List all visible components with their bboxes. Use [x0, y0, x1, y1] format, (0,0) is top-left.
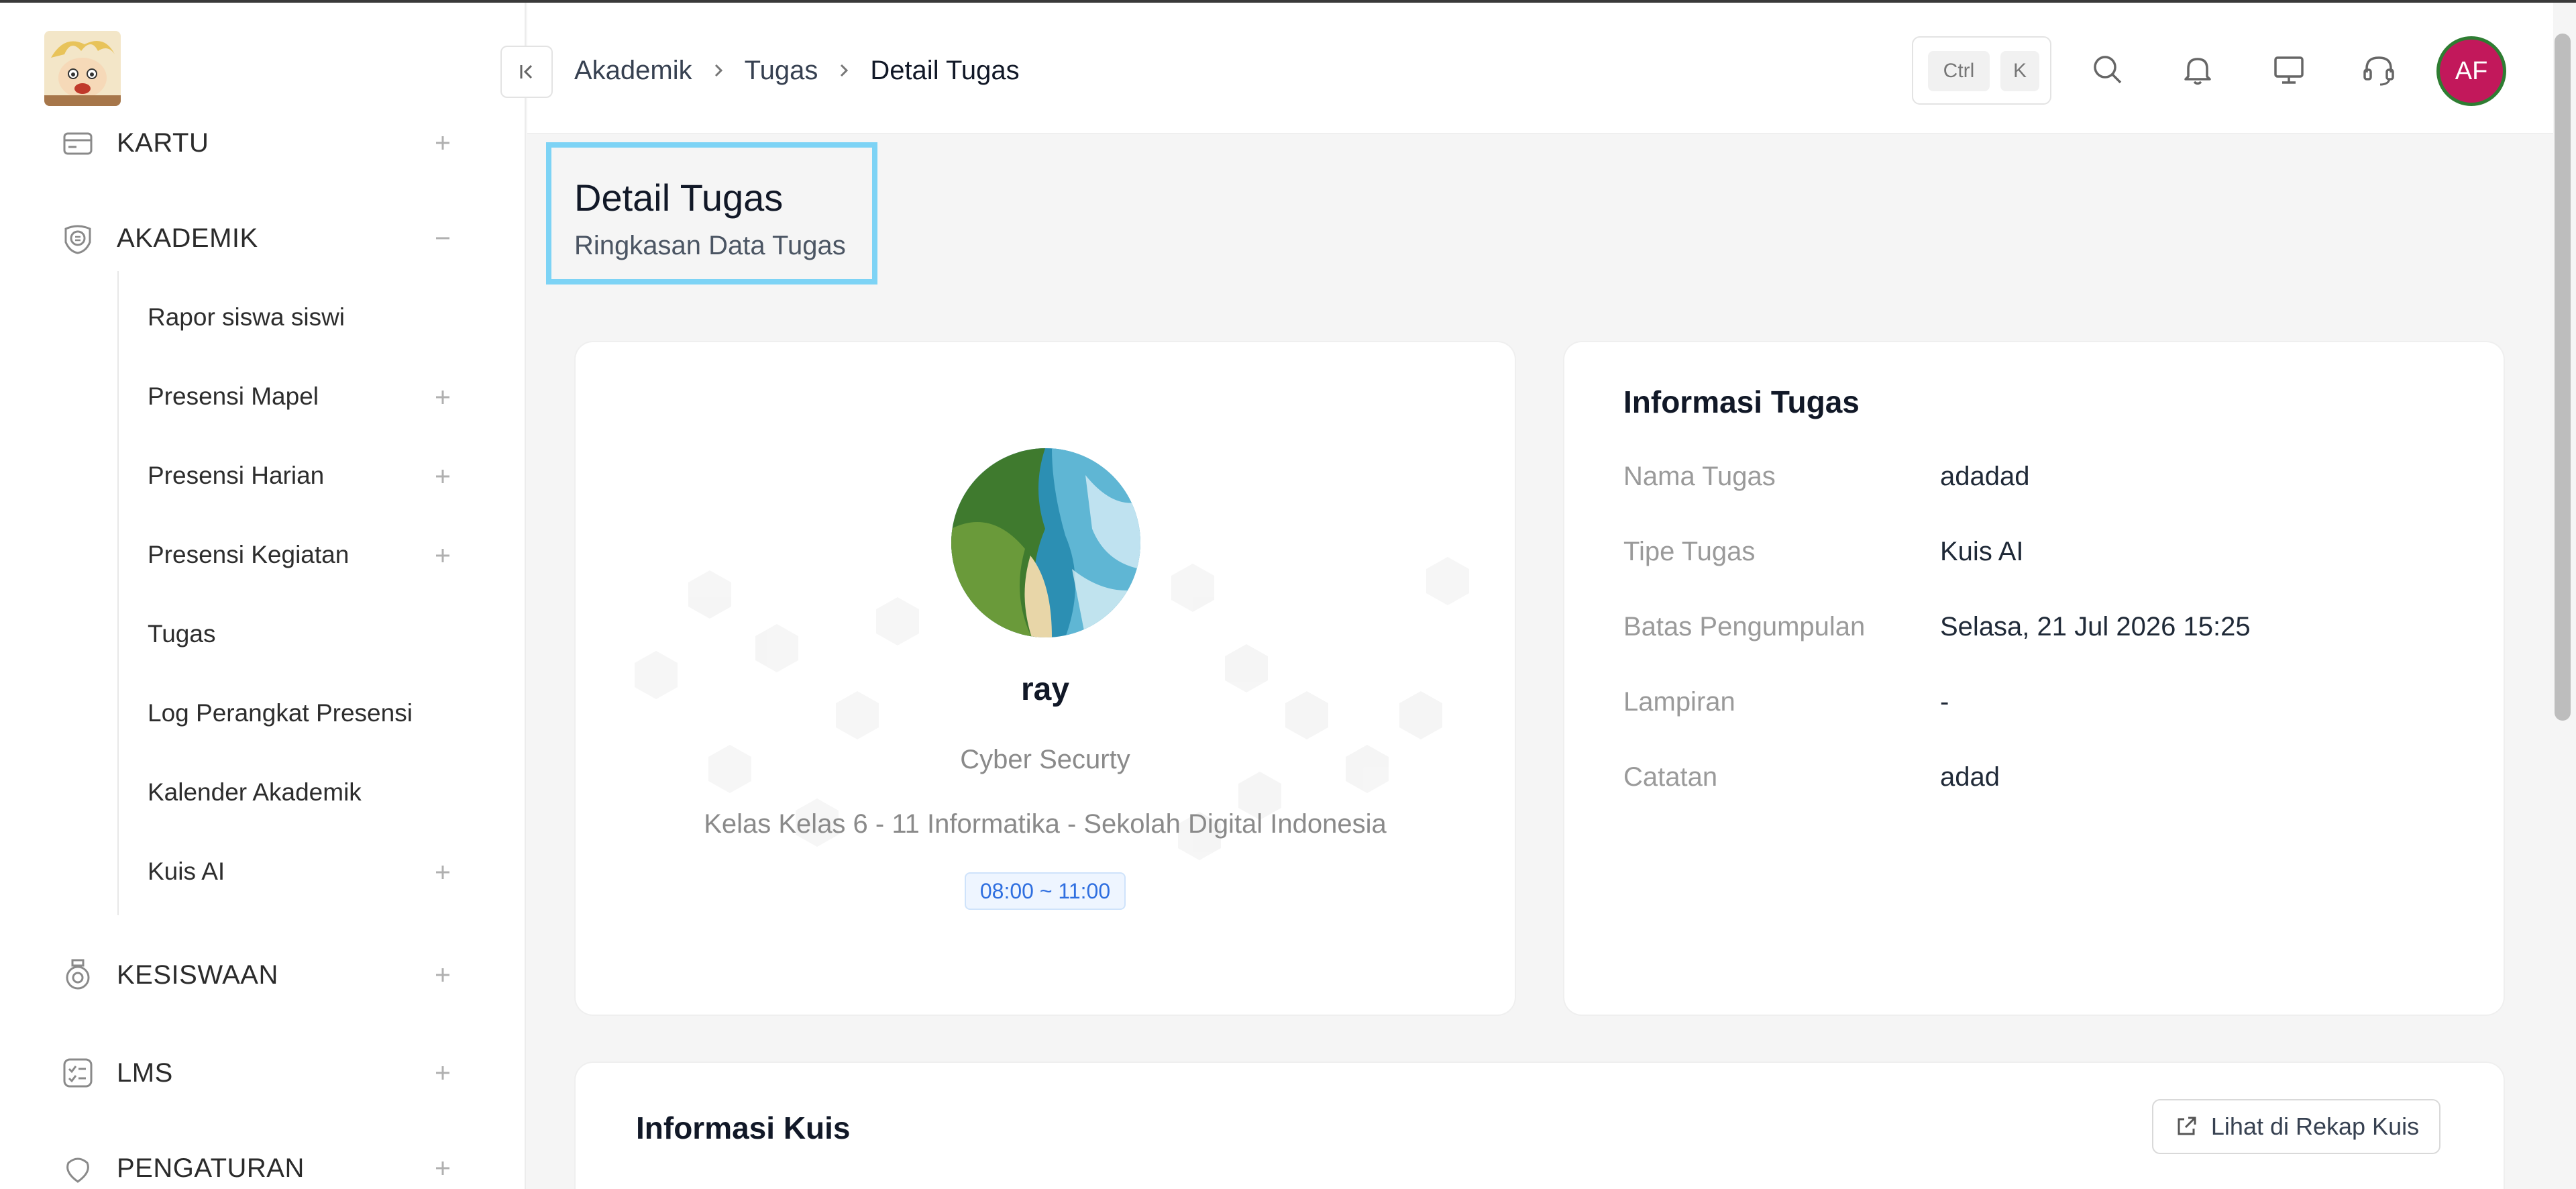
sidebar-item-label: Kalender Akademik [148, 778, 362, 806]
sidebar-group-lms[interactable]: LMS [0, 1043, 525, 1103]
plus-icon [436, 1161, 449, 1175]
info-row-catatan: Catatan adad [1623, 762, 2455, 803]
sidebar-item-kuis-ai[interactable]: Kuis AI [119, 839, 495, 906]
profile-name: ray [1020, 672, 1070, 707]
plus-icon [436, 136, 449, 150]
time-badge: 08:00 ~ 11:00 [965, 872, 1126, 910]
kbd-ctrl: Ctrl [1928, 51, 1990, 91]
plus-icon [436, 391, 449, 404]
info-row-lampiran: Lampiran - [1623, 687, 2455, 727]
chevron-right-icon [711, 62, 726, 79]
sidebar-group-label: AKADEMIK [117, 223, 258, 253]
plus-icon [436, 1066, 449, 1080]
info-value: - [1940, 687, 1949, 717]
submenu-guide-line [117, 271, 119, 915]
sidebar-group-label: KARTU [117, 127, 209, 158]
view-quiz-recap-label: Lihat di Rekap Kuis [2210, 1113, 2420, 1140]
sidebar-item-tugas[interactable]: Tugas [119, 601, 495, 668]
sidebar-item-label: Presensi Kegiatan [148, 541, 350, 568]
sidebar-item-label: Rapor siswa siswi [148, 303, 345, 331]
info-value: adad [1940, 762, 2000, 792]
bell-icon[interactable] [2179, 51, 2216, 89]
info-value: Selasa, 21 Jul 2026 15:25 [1940, 612, 2251, 641]
sidebar-group-label: PENGATURAN [117, 1153, 305, 1183]
monitor-icon[interactable] [2270, 51, 2308, 89]
sidebar-group-label: LMS [117, 1057, 173, 1088]
page-subtitle: Ringkasan Data Tugas [574, 231, 846, 260]
sidebar-group-kartu[interactable]: KARTU [0, 113, 525, 173]
sidebar-item-label: Presensi Mapel [148, 382, 319, 410]
profile-subject: Cyber Securty [960, 745, 1130, 774]
quiz-info-card: Informasi Kuis Lihat di Rekap Kuis [576, 1063, 2504, 1189]
sidebar-item-presensi-kegiatan[interactable]: Presensi Kegiatan [119, 522, 495, 589]
sidebar-item-log-perangkat[interactable]: Log Perangkat Presensi [119, 680, 495, 747]
collapse-left-icon [520, 64, 533, 79]
info-row-batas-pengumpulan: Batas Pengumpulan Selasa, 21 Jul 2026 15… [1623, 612, 2455, 652]
info-row-tipe-tugas: Tipe Tugas Kuis AI [1623, 537, 2455, 577]
breadcrumb-detail-tugas: Detail Tugas [870, 55, 1020, 85]
user-avatar[interactable]: AF [2436, 36, 2506, 106]
info-row-nama-tugas: Nama Tugas adadad [1623, 462, 2455, 502]
app-frame: KARTU AKADEMIK Rapor siswa siswi Presens… [0, 0, 2576, 1189]
info-value: Kuis AI [1940, 537, 2024, 566]
info-value: adadad [1940, 462, 2030, 491]
task-info-title: Informasi Tugas [1623, 384, 1860, 419]
profile-class: Kelas Kelas 6 - 11 Informatika - Sekolah… [704, 809, 1387, 839]
sidebar-item-label: Kuis AI [148, 858, 225, 885]
page-title: Detail Tugas [574, 176, 784, 219]
command-palette-shortcut[interactable]: Ctrl K [1912, 36, 2051, 105]
plus-icon [436, 968, 449, 982]
breadcrumb: Akademik Tugas Detail Tugas [574, 54, 1020, 87]
sidebar-item-label: Tugas [148, 620, 216, 648]
info-label: Nama Tugas [1623, 462, 1776, 491]
student-badge-icon [66, 959, 90, 990]
academic-icon [64, 225, 91, 254]
breadcrumb-tugas[interactable]: Tugas [745, 56, 818, 86]
info-label: Tipe Tugas [1623, 537, 1756, 566]
headset-icon[interactable] [2360, 51, 2398, 89]
sidebar-item-kalender[interactable]: Kalender Akademik [119, 760, 495, 827]
plus-icon [436, 866, 449, 879]
info-label: Catatan [1623, 762, 1718, 792]
sidebar-item-label: Presensi Harian [148, 462, 325, 489]
profile-card: ray Cyber Securty Kelas Kelas 6 - 11 Inf… [576, 342, 1515, 1015]
view-quiz-recap-button[interactable]: Lihat di Rekap Kuis [2152, 1099, 2440, 1154]
collapse-sidebar-button[interactable] [500, 46, 553, 98]
page-scrollbar-thumb[interactable] [2555, 34, 2571, 721]
sidebar-item-presensi-harian[interactable]: Presensi Harian [119, 443, 495, 510]
sidebar-group-akademik[interactable]: AKADEMIK [0, 208, 525, 268]
sidebar-group-kesiswaan[interactable]: KESISWAAN [0, 945, 525, 1005]
sidebar-group-pengaturan[interactable]: PENGATURAN [0, 1138, 525, 1189]
task-info-card: Informasi Tugas Nama Tugas adadad Tipe T… [1564, 342, 2504, 1015]
info-label: Batas Pengumpulan [1623, 612, 1866, 641]
app-logo[interactable] [44, 31, 121, 106]
card-icon [63, 132, 93, 155]
info-label: Lampiran [1623, 687, 1735, 717]
search-icon[interactable] [2089, 51, 2127, 89]
profile-photo [951, 448, 1140, 637]
sidebar: KARTU AKADEMIK Rapor siswa siswi Presens… [0, 3, 526, 1189]
sidebar-group-label: KESISWAAN [117, 960, 278, 990]
external-link-icon [2178, 1117, 2196, 1135]
sidebar-item-label: Log Perangkat Presensi [148, 699, 413, 727]
sidebar-item-presensi-mapel[interactable]: Presensi Mapel [119, 364, 495, 431]
minus-icon [436, 237, 449, 240]
kbd-k: K [2000, 51, 2039, 91]
plus-icon [436, 549, 449, 562]
checklist-icon [63, 1058, 93, 1088]
chevron-right-icon [837, 62, 851, 79]
settings-icon [66, 1157, 89, 1183]
sidebar-item-rapor[interactable]: Rapor siswa siswi [119, 285, 495, 352]
breadcrumb-akademik[interactable]: Akademik [574, 56, 692, 86]
plus-icon [436, 470, 449, 483]
quiz-info-title: Informasi Kuis [636, 1110, 851, 1145]
